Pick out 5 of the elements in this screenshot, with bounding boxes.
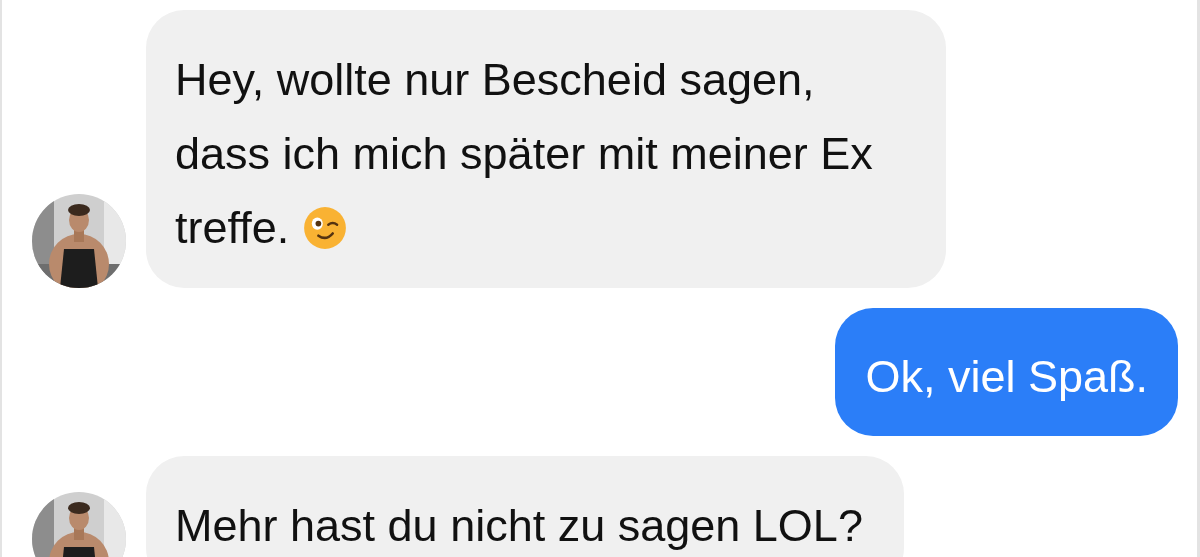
message-text: Mehr hast du nicht zu sagen LOL? xyxy=(175,499,863,553)
message-text: Ok, viel Spaß. xyxy=(865,350,1148,404)
message-text: Hey, wollte nur Bescheid sagen, xyxy=(175,53,815,107)
message-text: treffe. xyxy=(175,201,290,255)
message-text: dass ich mich später mit meiner Ex xyxy=(175,127,873,181)
